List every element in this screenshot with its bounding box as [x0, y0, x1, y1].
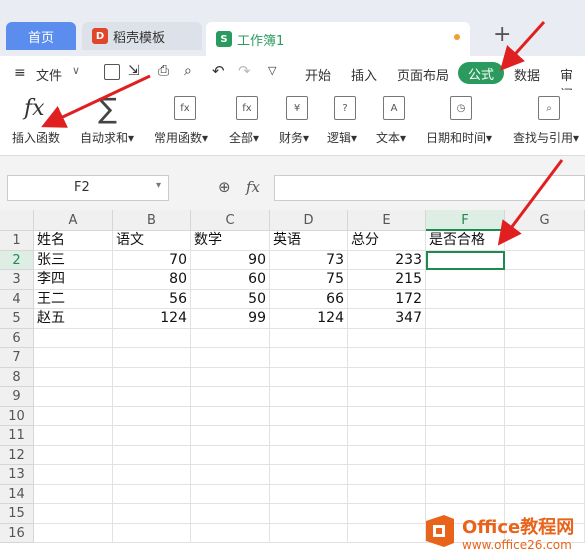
- arrow-to-f1-cell: [497, 159, 564, 246]
- arrow-to-formulas-tab: [499, 20, 546, 71]
- watermark-title: Office教程网: [462, 517, 575, 538]
- office-logo-icon: [426, 515, 454, 547]
- cell-f2[interactable]: [426, 250, 505, 270]
- office26-watermark: Office教程网 www.office26.com: [418, 507, 585, 557]
- arrow-to-insert-function: [41, 74, 151, 128]
- annotation-arrows: [41, 20, 564, 246]
- watermark-url: www.office26.com: [462, 538, 572, 552]
